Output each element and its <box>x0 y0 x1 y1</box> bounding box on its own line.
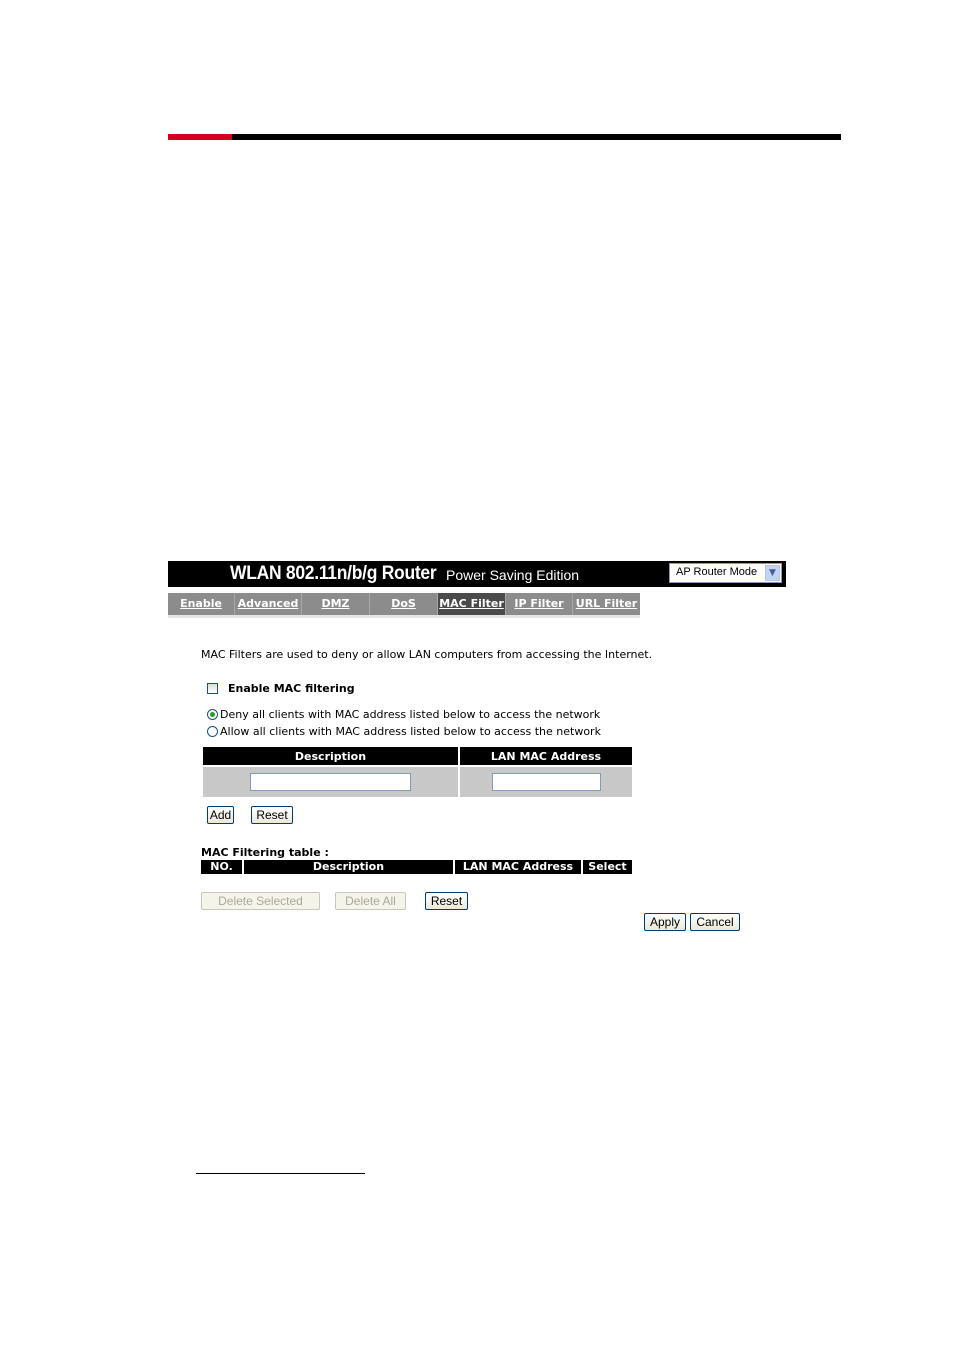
tab-dmz[interactable]: DMZ <box>302 593 370 615</box>
enable-mac-filtering-label: Enable MAC filtering <box>228 682 355 695</box>
chevron-down-icon[interactable]: ▼ <box>765 565 780 581</box>
delete-all-button[interactable]: Delete All <box>335 892 406 910</box>
intro-text: MAC Filters are used to deny or allow LA… <box>201 648 653 661</box>
table-reset-button[interactable]: Reset <box>425 892 468 910</box>
mac-filtering-table-title: MAC Filtering table : <box>201 846 329 859</box>
table-description-header: Description <box>244 860 453 874</box>
no-header: NO. <box>201 860 242 874</box>
select-header: Select <box>583 860 632 874</box>
description-cell <box>203 767 458 797</box>
entry-form-table: Description LAN MAC Address <box>201 745 634 799</box>
tab-advanced[interactable]: Advanced <box>235 593 302 615</box>
mac-filtering-table: NO. Description LAN MAC Address Select <box>199 860 634 874</box>
mac-address-input[interactable] <box>491 773 601 791</box>
mac-address-cell <box>460 767 632 797</box>
footnote-separator <box>196 1173 365 1174</box>
allow-policy-radio[interactable] <box>207 726 218 737</box>
mode-select-value: AP Router Mode <box>676 566 758 578</box>
tab-dos[interactable]: DoS <box>370 593 438 615</box>
entry-reset-button[interactable]: Reset <box>251 806 293 824</box>
description-header: Description <box>203 747 458 765</box>
lan-mac-address-header: LAN MAC Address <box>460 747 632 765</box>
delete-selected-button[interactable]: Delete Selected <box>201 892 320 910</box>
allow-policy-label: Allow all clients with MAC address liste… <box>220 725 601 738</box>
table-header-row: NO. Description LAN MAC Address Select <box>201 860 632 874</box>
document-header-rule <box>168 134 841 140</box>
header-rule-accent <box>168 134 232 140</box>
deny-policy-radio[interactable] <box>207 709 218 720</box>
deny-policy-row: Deny all clients with MAC address listed… <box>207 708 600 721</box>
cancel-button[interactable]: Cancel <box>690 913 740 931</box>
product-title: WLAN 802.11n/b/g Router <box>230 563 437 584</box>
title-bar: WLAN 802.11n/b/g Router Power Saving Edi… <box>168 561 786 587</box>
description-input[interactable] <box>250 773 411 791</box>
tab-mac-filter[interactable]: MAC Filter <box>438 593 506 615</box>
tab-enable[interactable]: Enable <box>168 593 235 615</box>
enable-mac-filtering-row: Enable MAC filtering <box>207 682 355 695</box>
deny-policy-label: Deny all clients with MAC address listed… <box>220 708 601 721</box>
router-config-panel: WLAN 802.11n/b/g Router Power Saving Edi… <box>168 561 786 931</box>
apply-button[interactable]: Apply <box>644 913 686 931</box>
enable-mac-filtering-checkbox[interactable] <box>207 683 218 694</box>
tab-bar: Enable Advanced DMZ DoS MAC Filter IP Fi… <box>168 593 640 618</box>
tab-ip-filter[interactable]: IP Filter <box>506 593 573 615</box>
table-mac-header: LAN MAC Address <box>455 860 581 874</box>
allow-policy-row: Allow all clients with MAC address liste… <box>207 725 601 738</box>
product-subtitle: Power Saving Edition <box>446 567 580 583</box>
add-button[interactable]: Add <box>207 806 234 824</box>
tab-url-filter[interactable]: URL Filter <box>573 593 640 615</box>
mode-select[interactable]: AP Router Mode ▼ <box>669 563 782 583</box>
